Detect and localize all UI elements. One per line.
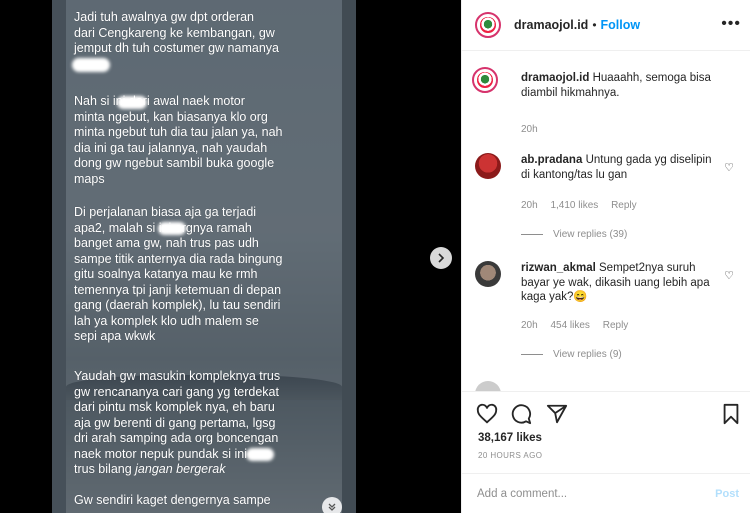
post-header: dramaojol.id • Follow ••• <box>462 0 750 51</box>
more-options-icon[interactable]: ••• <box>721 15 741 33</box>
comment-username[interactable]: ab.pradana <box>521 154 582 166</box>
avatar[interactable] <box>472 67 498 93</box>
avatar[interactable] <box>475 381 501 391</box>
view-replies-button[interactable]: View replies (39) <box>521 229 627 240</box>
story-text-3: Di perjalanan biasa aja ga terjadi apa2,… <box>74 205 283 343</box>
comment-time: 20h <box>521 320 538 331</box>
heart-icon[interactable] <box>476 403 498 425</box>
avatar[interactable] <box>475 153 501 179</box>
next-slide-button[interactable] <box>430 247 452 269</box>
bookmark-icon[interactable] <box>720 403 742 425</box>
censor-blob <box>117 96 147 109</box>
censor-blob <box>246 448 274 461</box>
heart-icon[interactable]: ♡ <box>724 269 734 282</box>
censor-blob <box>72 58 110 72</box>
reply-button[interactable]: Reply <box>611 200 637 211</box>
story-text-4: Yaudah gw masukin kompleknya trus gw ren… <box>74 369 281 476</box>
post-media: Jadi tuh awalnya gw dpt orderan dari Cen… <box>0 0 461 513</box>
follow-button[interactable]: Follow <box>601 18 641 32</box>
comment-input[interactable] <box>477 487 716 500</box>
comment-username[interactable]: rizwan_akmal <box>521 262 596 274</box>
scroll-down-icon[interactable] <box>322 497 342 513</box>
view-replies-button[interactable]: View replies (9) <box>521 349 622 360</box>
paper-plane-icon[interactable] <box>546 403 568 425</box>
comment-time: 20h <box>521 124 538 135</box>
avatar[interactable] <box>475 12 501 38</box>
chevron-right-icon <box>438 253 445 263</box>
heart-icon[interactable]: ♡ <box>724 161 734 174</box>
likes-count[interactable]: 38,167 likes <box>478 432 542 444</box>
comment-likes[interactable]: 1,410 likes <box>550 200 598 211</box>
post-actions: 38,167 likes 20 HOURS AGO <box>462 391 750 473</box>
comment-username[interactable]: dramaojol.id <box>521 72 589 84</box>
header-username[interactable]: dramaojol.id <box>514 18 588 32</box>
comment-icon[interactable] <box>510 403 532 425</box>
story-text-2: Nah si ini dari awal naek motor minta ng… <box>74 94 283 186</box>
story-text-5: Gw sendiri kaget dengernya sampe <box>74 493 271 507</box>
comment-likes[interactable]: 454 likes <box>550 320 589 331</box>
story-text-1: Jadi tuh awalnya gw dpt orderan dari Cen… <box>74 10 279 55</box>
comments-list: dramaojol.id Huaaahh, semoga bisa diambi… <box>462 51 750 391</box>
avatar[interactable] <box>475 261 501 287</box>
censor-blob <box>158 222 186 235</box>
reply-button[interactable]: Reply <box>603 320 629 331</box>
post-button[interactable]: Post <box>715 488 739 500</box>
comment-time: 20h <box>521 200 538 211</box>
add-comment-bar: Post <box>462 473 750 513</box>
separator-dot: • <box>592 18 597 32</box>
post-timestamp: 20 HOURS AGO <box>478 451 543 460</box>
post-sidebar: dramaojol.id • Follow ••• dramaojol.id H… <box>461 0 750 513</box>
